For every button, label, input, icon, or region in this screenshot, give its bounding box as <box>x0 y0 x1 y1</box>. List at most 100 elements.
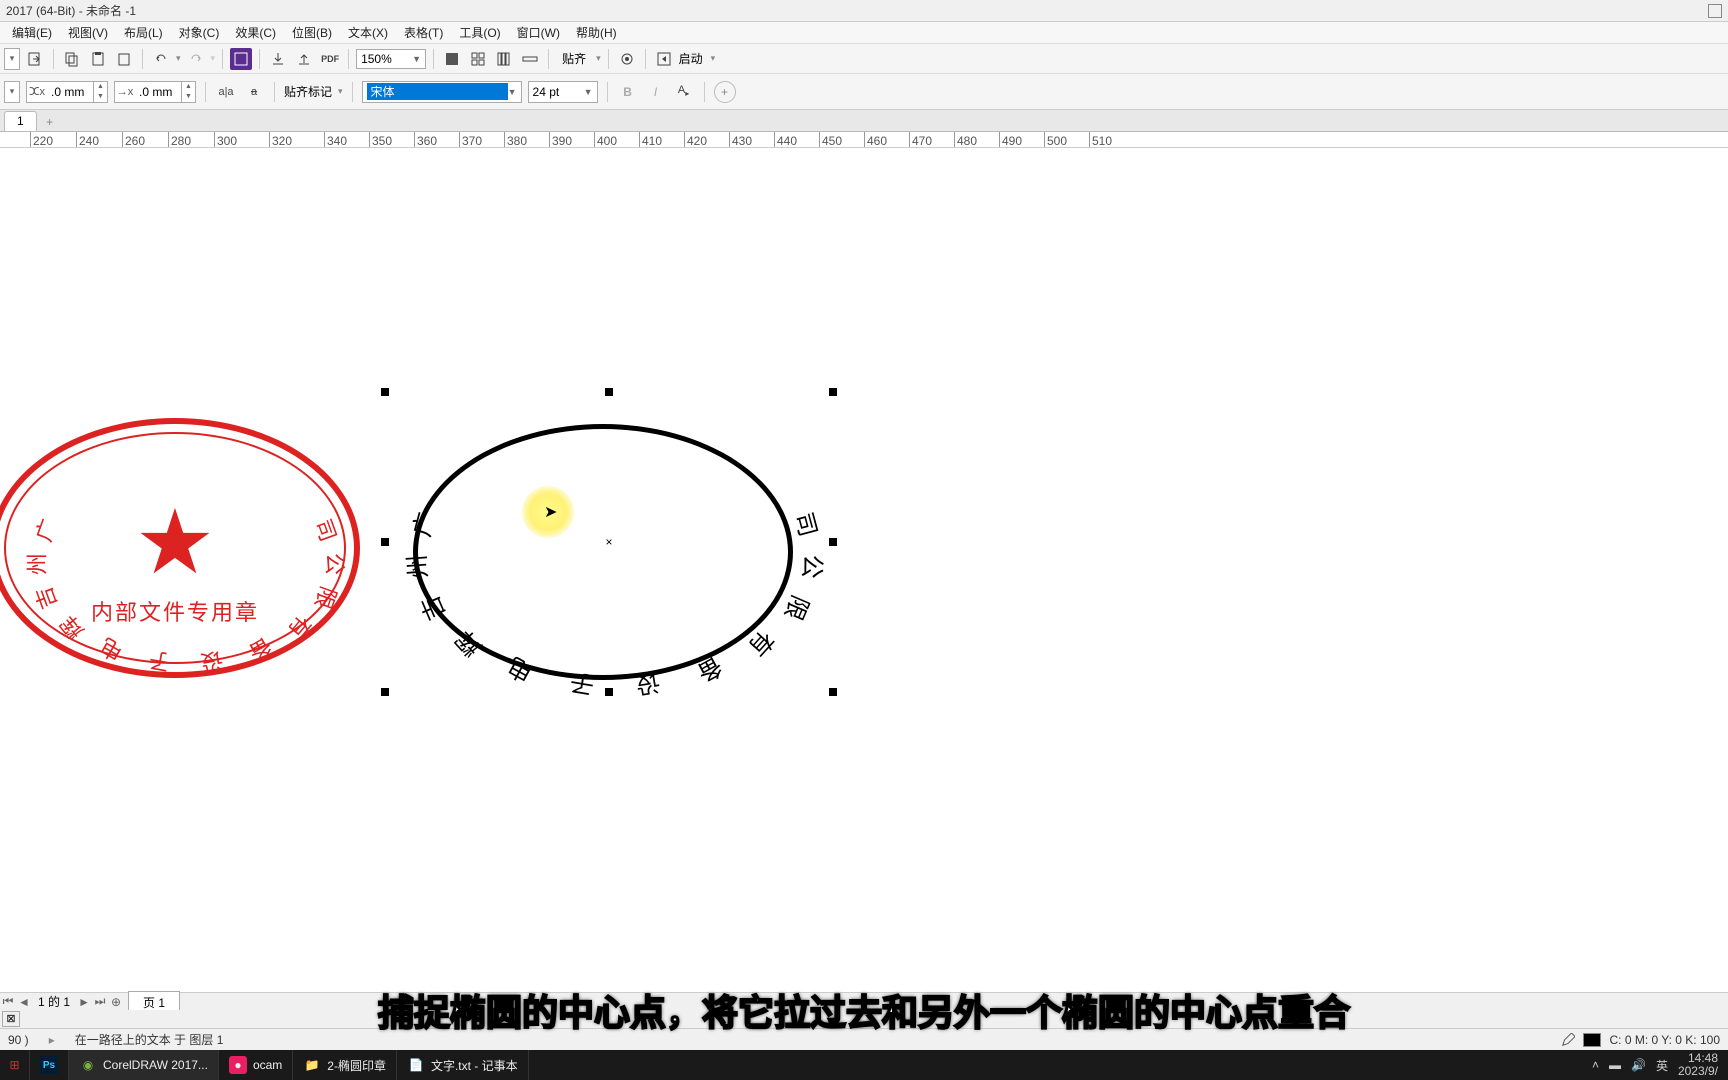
handle-top-mid[interactable] <box>605 388 613 396</box>
taskbar-notepad[interactable]: 📄文字.txt - 记事本 <box>397 1050 529 1080</box>
stamp-bottom-text: 内部文件专用章 <box>0 595 360 627</box>
menu-window[interactable]: 窗口(W) <box>509 24 568 41</box>
center-marker: × <box>605 535 612 549</box>
status-bar: 90 ) ▸ 在一路径上的文本 于 图层 1 C: 0 M: 0 Y: 0 K:… <box>0 1028 1728 1050</box>
window-title: 2017 (64-Bit) - 未命名 -1 <box>6 2 136 19</box>
ruler-icon[interactable] <box>519 48 541 70</box>
menu-layout[interactable]: 布局(L) <box>116 24 171 41</box>
search-content-icon[interactable] <box>230 48 252 70</box>
ellipse-arc-text: 广州吉辉电子设备有限公司 <box>413 412 793 668</box>
clipboard-icon[interactable] <box>113 48 135 70</box>
prop-dropdown[interactable]: ▾ <box>4 81 20 103</box>
handle-bot-mid[interactable] <box>605 688 613 696</box>
handle-mid-left[interactable] <box>381 538 389 546</box>
launch-label[interactable]: 启动 <box>679 50 703 67</box>
add-icon[interactable]: + <box>714 81 736 103</box>
tray-ime[interactable]: 英 <box>1656 1057 1668 1074</box>
menu-tools[interactable]: 工具(O) <box>451 24 508 41</box>
offset-x-value: .0 mm <box>47 85 93 99</box>
toolbar-property: ▾ ⵋx .0 mm ▲▼ →x .0 mm ▲▼ a|a a 贴齐标记▾ 宋体… <box>0 74 1728 110</box>
offset-x-input[interactable]: ⵋx .0 mm ▲▼ <box>26 81 108 103</box>
undo-icon[interactable] <box>150 48 172 70</box>
font-size-value: 24 pt <box>533 85 560 99</box>
tray-chevron-icon[interactable]: ˄ <box>1592 1058 1599 1072</box>
horizontal-ruler[interactable]: 2202402602803003203403503603703803904004… <box>0 132 1728 148</box>
taskbar-start[interactable]: ⊞ <box>0 1050 30 1080</box>
fill-swatch[interactable] <box>1583 1033 1601 1047</box>
doc-tab-1[interactable]: 1 <box>4 111 37 131</box>
toolbar-standard: ▾ ▾ ▾ PDF 150%▼ 贴齐▾ 启动▾ <box>0 44 1728 74</box>
menu-table[interactable]: 表格(T) <box>396 24 451 41</box>
taskbar-photoshop[interactable]: Ps <box>30 1050 69 1080</box>
pen-icon <box>1561 1033 1575 1047</box>
handle-bot-right[interactable] <box>829 688 837 696</box>
snapmark-label[interactable]: 贴齐标记 <box>284 83 332 100</box>
menu-object[interactable]: 对象(C) <box>171 24 228 41</box>
canvas-area[interactable]: 广州吉辉电子设备有限公司 ★ 内部文件专用章 广州吉辉电子设备有限公司 × ➤ <box>0 148 1728 992</box>
fullscreen-icon[interactable] <box>441 48 463 70</box>
italic-button[interactable]: I <box>645 81 667 103</box>
window-icon[interactable] <box>1708 4 1722 18</box>
zoom-level[interactable]: 150%▼ <box>356 49 426 69</box>
font-family-value: 宋体 <box>367 83 508 100</box>
options-icon[interactable] <box>616 48 638 70</box>
redo-icon[interactable] <box>185 48 207 70</box>
copy-icon[interactable] <box>61 48 83 70</box>
offset-y-value: .0 mm <box>135 85 181 99</box>
taskbar-ocam-label: ocam <box>253 1058 282 1072</box>
handle-top-right[interactable] <box>829 388 837 396</box>
star-icon: ★ <box>135 498 216 588</box>
add-tab-button[interactable]: + <box>41 113 59 131</box>
offset-x-label: ⵋx <box>27 85 47 98</box>
taskbar-coreldraw-label: CorelDRAW 2017... <box>103 1058 208 1072</box>
menu-bitmap[interactable]: 位图(B) <box>284 24 340 41</box>
taskbar-folder[interactable]: 📁2-椭圆印章 <box>293 1050 397 1080</box>
page-next-icon[interactable]: ► <box>76 995 92 1009</box>
menu-effect[interactable]: 效果(C) <box>227 24 284 41</box>
handle-top-left[interactable] <box>381 388 389 396</box>
handle-mid-right[interactable] <box>829 538 837 546</box>
system-tray[interactable]: ˄ ▬ 🔊 英 14:48 2023/9/ <box>1582 1052 1728 1078</box>
page-navigator: ⏮ ◄ 1 的 1 ► ⏭ ⊕ 页 1 <box>0 992 1728 1010</box>
offset-y-input[interactable]: →x .0 mm ▲▼ <box>114 81 196 103</box>
font-size-select[interactable]: 24 pt▼ <box>528 81 598 103</box>
page-prev-icon[interactable]: ◄ <box>16 995 32 1009</box>
export2-icon[interactable] <box>293 48 315 70</box>
text-strike-icon[interactable]: a <box>243 81 265 103</box>
paste-icon[interactable] <box>87 48 109 70</box>
app-launcher-icon[interactable] <box>653 48 675 70</box>
import-icon[interactable] <box>267 48 289 70</box>
no-fill-button[interactable]: ⊠ <box>2 1011 20 1027</box>
page-last-icon[interactable]: ⏭ <box>92 994 108 1009</box>
tray-clock[interactable]: 14:48 2023/9/ <box>1678 1052 1718 1078</box>
page-first-icon[interactable]: ⏮ <box>0 994 16 1009</box>
tray-date: 2023/9/ <box>1678 1065 1718 1078</box>
menu-view[interactable]: 视图(V) <box>60 24 116 41</box>
text-case-icon[interactable]: a|a <box>215 81 237 103</box>
status-selection: 在一路径上的文本 于 图层 1 <box>75 1031 224 1048</box>
taskbar-coreldraw[interactable]: ◉CorelDRAW 2017... <box>69 1050 219 1080</box>
menu-help[interactable]: 帮助(H) <box>568 24 625 41</box>
page-add-icon[interactable]: ⊕ <box>108 995 124 1009</box>
snap-label[interactable]: 贴齐 <box>556 50 592 67</box>
menu-bar: 编辑(E) 视图(V) 布局(L) 对象(C) 效果(C) 位图(B) 文本(X… <box>0 22 1728 44</box>
offset-y-label: →x <box>115 86 135 98</box>
font-options-icon[interactable]: A▸ <box>673 81 695 103</box>
taskbar-ocam[interactable]: ●ocam <box>219 1050 293 1080</box>
status-coords: 90 ) <box>8 1033 29 1047</box>
grid-icon[interactable] <box>467 48 489 70</box>
handle-bot-left[interactable] <box>381 688 389 696</box>
font-family-select[interactable]: 宋体▼ <box>362 81 522 103</box>
toolbar-dropdown-1[interactable]: ▾ <box>4 48 20 70</box>
selection-bounds[interactable]: 广州吉辉电子设备有限公司 × <box>385 392 833 692</box>
menu-text[interactable]: 文本(X) <box>340 24 396 41</box>
bold-button[interactable]: B <box>617 81 639 103</box>
status-color: C: 0 M: 0 Y: 0 K: 100 <box>1609 1033 1720 1047</box>
tray-volume-icon[interactable]: 🔊 <box>1631 1058 1646 1072</box>
red-stamp[interactable]: 广州吉辉电子设备有限公司 ★ 内部文件专用章 <box>0 418 360 678</box>
tray-battery-icon[interactable]: ▬ <box>1609 1058 1621 1072</box>
export-icon[interactable] <box>24 48 46 70</box>
menu-edit[interactable]: 编辑(E) <box>4 24 60 41</box>
pdf-icon[interactable]: PDF <box>319 48 341 70</box>
columns-icon[interactable] <box>493 48 515 70</box>
